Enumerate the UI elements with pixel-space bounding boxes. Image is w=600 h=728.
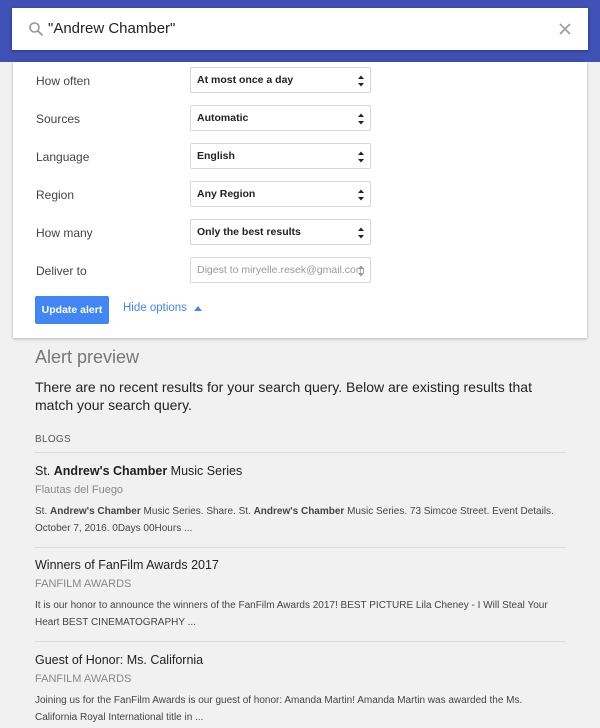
option-row-sources: Sources Automatic [13,105,587,133]
deliver-to-select[interactable]: Digest to miryelle.resek@gmail.com [190,257,371,283]
select-value: Automatic [197,112,249,124]
preview-message: There are no recent results for your sea… [35,379,532,413]
select-arrows-icon [358,189,364,201]
sources-select[interactable]: Automatic [190,105,371,131]
select-value: Only the best results [197,226,301,238]
divider [35,452,566,453]
option-row-how-many: How many Only the best results [13,219,587,247]
select-arrows-icon [358,265,364,277]
close-icon[interactable] [556,20,574,38]
option-label: Region [36,188,75,202]
result-snippet: It is our honor to announce the winners … [35,600,548,628]
select-value: Digest to miryelle.resek@gmail.com [197,264,365,276]
result-title-link[interactable]: Guest of Honor: Ms. California [35,653,203,667]
select-value: Any Region [197,188,256,200]
hide-options-link[interactable]: Hide options [123,302,202,314]
select-value: English [197,150,235,162]
result-source: FANFILM AWARDS [35,578,132,590]
hide-options-label: Hide options [123,302,187,314]
divider [35,547,566,548]
caret-up-icon [193,305,202,311]
search-icon [29,22,43,36]
select-value: At most once a day [197,74,294,86]
result-source: Flautas del Fuego [35,484,124,496]
select-arrows-icon [358,151,364,163]
result-title-link[interactable]: Winners of FanFilm Awards 2017 [35,558,219,572]
result-snippet: St. Andrew's Chamber Music Series. Share… [35,506,554,534]
language-select[interactable]: English [190,143,371,169]
divider [35,641,566,642]
how-many-select[interactable]: Only the best results [190,219,371,245]
result-snippet: Joining us for the FanFilm Awards is our… [35,695,523,723]
section-label-blogs: BLOGS [35,434,71,445]
region-select[interactable]: Any Region [190,181,371,207]
how-often-select[interactable]: At most once a day [190,67,371,93]
option-label: Language [36,150,90,164]
search-header: "Andrew Chamber" [0,0,600,62]
option-row-how-often: How often At most once a day [13,67,587,95]
option-label: How often [36,74,91,88]
option-label: Sources [36,112,81,126]
select-arrows-icon [358,113,364,125]
option-row-deliver-to: Deliver to Digest to miryelle.resek@gmai… [13,257,587,285]
result-title-link[interactable]: St. Andrew's Chamber Music Series [35,464,242,478]
alert-options-panel: How often At most once a day Sources Aut… [13,62,587,338]
select-arrows-icon [358,75,364,87]
option-label: Deliver to [36,264,87,278]
search-box[interactable]: "Andrew Chamber" [12,8,588,50]
search-input[interactable]: "Andrew Chamber" [48,8,175,50]
result-source: FANFILM AWARDS [35,673,132,685]
option-row-language: Language English [13,143,587,171]
preview-title: Alert preview [35,347,140,367]
option-row-region: Region Any Region [13,181,587,209]
update-alert-button[interactable]: Update alert [35,296,109,324]
option-label: How many [36,226,93,240]
select-arrows-icon [358,227,364,239]
